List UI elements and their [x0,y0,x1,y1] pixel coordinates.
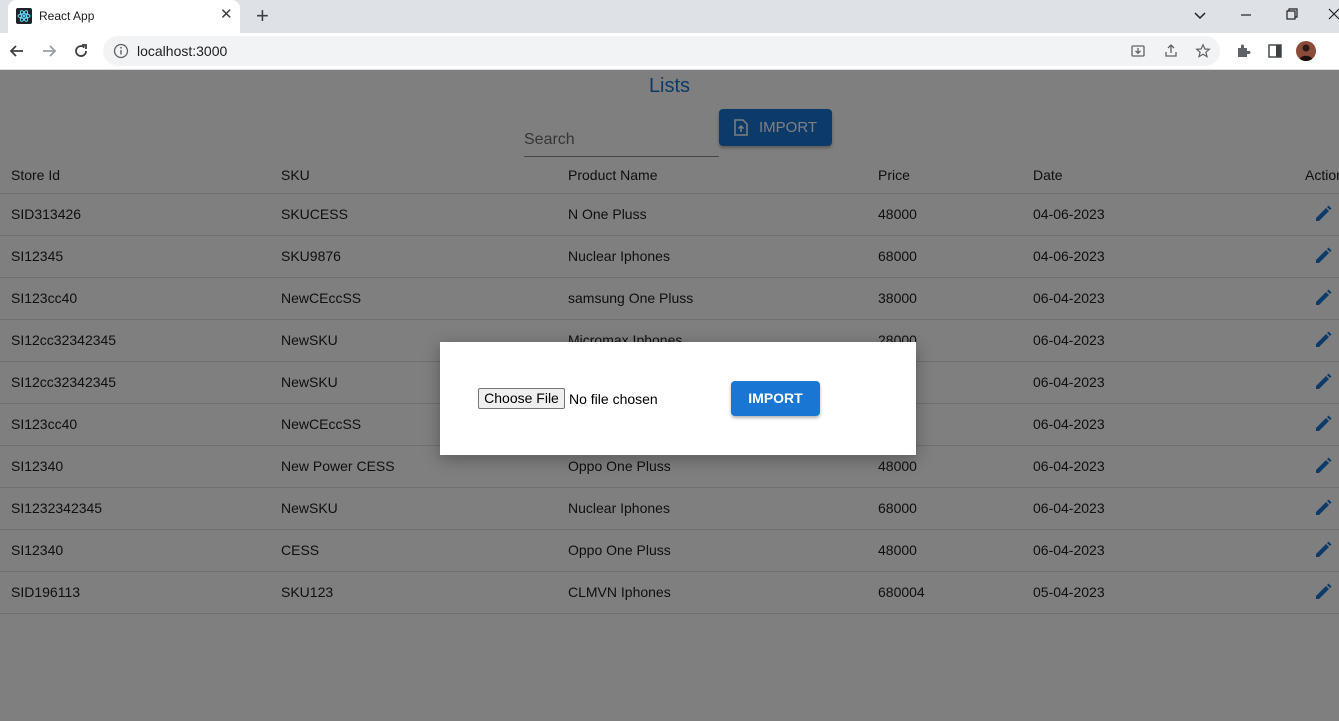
url-text: localhost:3000 [137,43,228,59]
modal-import-button[interactable]: IMPORT [731,381,820,416]
tab-close-icon[interactable]: ✕ [220,7,233,23]
install-icon[interactable] [1130,43,1146,59]
browser-tab[interactable]: React App ✕ [8,0,240,33]
choose-file-button[interactable]: Choose File [478,388,565,409]
profile-avatar[interactable] [1296,41,1316,61]
share-icon[interactable] [1163,43,1179,59]
react-logo-icon [16,8,32,24]
close-window-icon[interactable] [1327,7,1339,21]
site-info-icon[interactable] [113,43,129,59]
tab-search-icon[interactable] [1193,8,1207,22]
reload-icon[interactable] [71,41,91,61]
back-icon[interactable] [7,41,27,61]
forward-icon[interactable] [39,41,59,61]
new-tab-icon[interactable]: + [256,4,269,28]
menu-kebab-icon[interactable] [1333,43,1339,59]
browser-tab-bar: React App ✕ + [0,0,1339,33]
restore-icon[interactable] [1285,7,1299,21]
side-panel-icon[interactable] [1267,43,1283,59]
no-file-text: No file chosen [569,391,658,407]
extensions-icon[interactable] [1235,43,1251,59]
minimize-icon[interactable] [1239,8,1253,22]
bookmark-star-icon[interactable] [1195,43,1211,59]
import-modal: Choose File No file chosen IMPORT [440,342,916,455]
tab-title: React App [39,9,95,23]
address-bar[interactable]: localhost:3000 [103,36,1220,66]
profile-person-icon [1299,44,1313,61]
browser-toolbar: localhost:3000 [0,33,1339,70]
